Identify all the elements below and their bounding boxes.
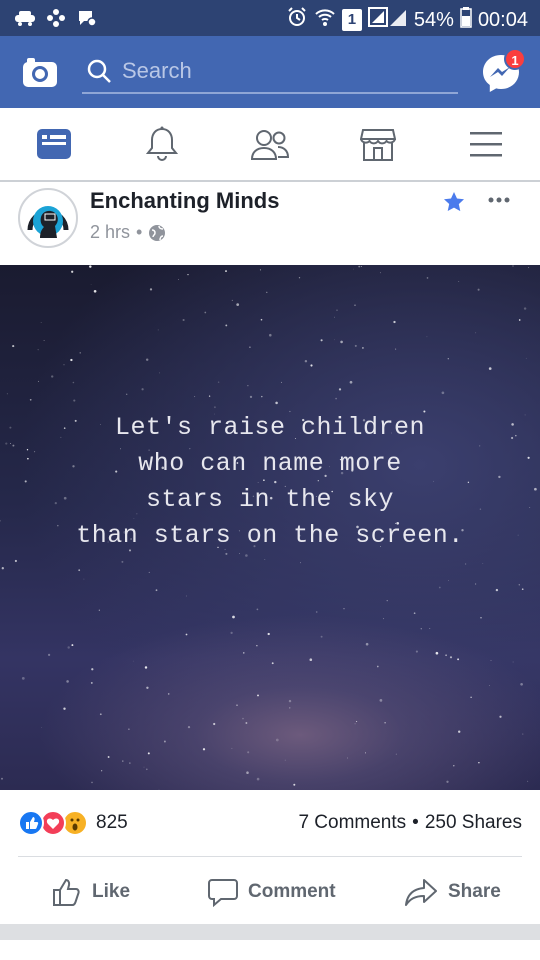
thumbs-up-icon [53, 878, 80, 906]
shares-count[interactable]: 250 Shares [425, 812, 522, 834]
reaction-count[interactable]: 825 [96, 812, 128, 834]
post-stats: 7 Comments • 250 Shares [298, 812, 522, 834]
signal-icon [367, 6, 408, 34]
search-icon [87, 59, 111, 83]
hamburger-menu-icon [470, 132, 502, 157]
feed-separator [0, 924, 540, 940]
quote-line: who can name more [138, 449, 402, 478]
page-logo-icon [22, 192, 74, 244]
chat-bubble-icon [76, 8, 98, 33]
search-input[interactable] [122, 54, 442, 88]
alarm-icon [286, 6, 308, 34]
camera-button[interactable] [22, 56, 58, 88]
post-header: Enchanting Minds 2 hrs • [0, 182, 540, 264]
more-options-button[interactable] [484, 190, 514, 210]
reaction-icons[interactable] [18, 810, 88, 836]
nav-friends[interactable] [245, 122, 295, 166]
next-post-preview [0, 940, 540, 960]
share-label: Share [448, 881, 501, 902]
page-avatar[interactable] [18, 188, 78, 248]
comment-button[interactable]: Comment [208, 872, 336, 912]
post-time[interactable]: 2 hrs [90, 222, 130, 243]
nav-notifications[interactable] [137, 122, 187, 166]
like-reaction-icon [18, 810, 44, 836]
status-bar: 1 54% 00:04 [0, 0, 540, 36]
comment-icon [208, 879, 238, 907]
friends-icon [250, 130, 290, 160]
comment-label: Comment [248, 881, 336, 902]
share-button[interactable]: Share [404, 872, 501, 912]
battery-icon [460, 6, 472, 34]
top-bar: 1 [0, 36, 540, 108]
messenger-badge: 1 [504, 48, 526, 70]
post-image[interactable]: Let's raise children who can name more s… [0, 265, 540, 790]
meta-separator: • [136, 222, 143, 242]
post-meta: 2 hrs • [90, 222, 166, 243]
comments-count[interactable]: 7 Comments [298, 812, 406, 834]
favorite-button[interactable] [442, 190, 466, 214]
nav-menu[interactable] [461, 122, 511, 166]
share-icon [405, 879, 437, 906]
divider [18, 856, 522, 857]
star-icon [444, 192, 464, 212]
quote-line: stars in the sky [145, 485, 395, 514]
stats-separator: • [412, 812, 419, 833]
nav-marketplace[interactable] [353, 122, 403, 166]
gamepad-icon [46, 8, 66, 33]
marketplace-icon [360, 129, 396, 161]
clock: 00:04 [477, 8, 528, 31]
bell-icon [145, 126, 179, 161]
nav-news-feed[interactable] [29, 122, 79, 166]
quote-line: Let's raise children [114, 413, 426, 442]
search-bar[interactable] [82, 52, 458, 94]
globe-icon [149, 224, 166, 241]
wifi-icon [314, 6, 336, 34]
quote-line: than stars on the screen. [76, 521, 464, 550]
like-button[interactable]: Like [52, 872, 130, 912]
news-feed-icon [37, 129, 71, 159]
nav-bar [0, 108, 540, 182]
status-right-icons: 1 54% 00:04 [286, 6, 528, 34]
quote-text: Let's raise children who can name more s… [0, 410, 540, 554]
battery-percent: 54% [413, 8, 454, 31]
camera-icon [23, 58, 57, 87]
post-actions: Like Comment Share [0, 864, 540, 924]
carrier-icon [14, 9, 36, 32]
page-name[interactable]: Enchanting Minds [90, 188, 279, 214]
reactions-row: 825 7 Comments • 250 Shares [0, 806, 540, 840]
sim-icon: 1 [341, 9, 362, 31]
like-label: Like [92, 881, 131, 902]
more-icon [488, 197, 510, 203]
status-left-icons [14, 8, 98, 33]
post: Enchanting Minds 2 hrs • Let's raise chi… [0, 182, 540, 924]
